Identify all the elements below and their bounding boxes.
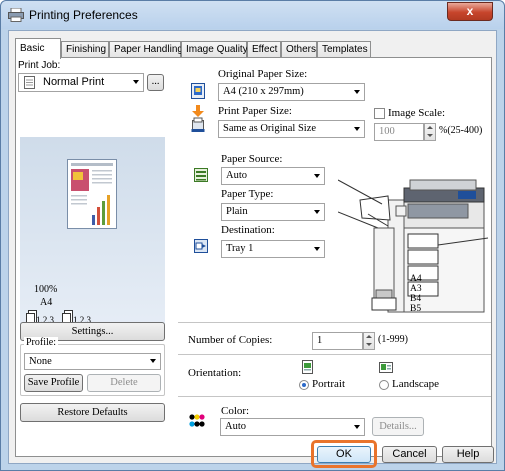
tab-effect[interactable]: Effect [247,41,281,58]
tray-b5-label: B5 [410,304,422,314]
profile-select[interactable]: None [24,353,161,370]
tab-basic[interactable]: Basic [15,38,61,59]
image-scale-range: %(25-400) [439,125,483,136]
destination-value: Tray 1 [226,243,254,254]
chevron-down-icon [354,127,360,131]
orientation-label: Orientation: [188,367,242,379]
portrait-label: Portrait [312,378,345,390]
tab-finishing[interactable]: Finishing [61,41,109,58]
print-paper-size-select[interactable]: Same as Original Size [218,120,365,138]
divider [178,322,491,323]
landscape-radio[interactable] [379,380,389,390]
copies-range: (1-999) [378,334,408,345]
help-button[interactable]: Help [442,446,494,463]
paper-type-label: Paper Type: [221,188,274,200]
divider [178,396,491,397]
original-paper-size-label: Original Paper Size: [218,68,308,80]
chevron-down-icon [314,174,320,178]
preview-paper-size: A4 [40,297,53,308]
copies-input[interactable]: 1 [312,332,363,350]
original-paper-size-select[interactable]: A4 (210 x 297mm) [218,83,365,101]
color-value: Auto [225,421,246,432]
chevron-down-icon [150,359,156,363]
paper-source-label: Paper Source: [221,153,283,165]
paper-source-icon [194,168,208,182]
output-tray-icon [194,239,208,253]
tray-a4-label: A4 [410,274,422,284]
color-select[interactable]: Auto [220,418,365,436]
ok-button[interactable]: OK [317,446,371,463]
printer-icon [8,8,24,22]
image-scale-spinner[interactable] [424,123,436,141]
original-document-icon [191,83,205,99]
tab-image-quality[interactable]: Image Quality [181,41,248,58]
paper-source-value: Auto [226,170,247,181]
window-title: Printing Preferences [29,8,138,22]
color-label: Color: [221,405,250,417]
document-icon [24,76,35,89]
tab-templates[interactable]: Templates [317,41,371,58]
title-bar: Printing Preferences x [1,1,504,29]
restore-defaults-button[interactable]: Restore Defaults [20,403,165,422]
tray-b4-label: B4 [410,294,422,304]
profile-value: None [29,356,52,367]
tab-others[interactable]: Others [281,41,317,58]
printing-preferences-window: Printing Preferences x Basic Finishing P… [0,0,505,471]
copies-value: 1 [317,335,323,346]
chevron-down-icon [133,80,139,84]
image-scale-value: 100 [379,126,395,137]
landscape-page-icon [379,362,393,373]
chevron-down-icon [354,90,360,94]
image-scale-input[interactable]: 100 [374,123,424,141]
paper-type-select[interactable]: Plain [221,203,325,221]
print-paper-size-icon [191,105,205,132]
chevron-down-icon [314,247,320,251]
save-profile-button[interactable]: Save Profile [24,374,83,392]
chevron-down-icon [354,425,360,429]
print-job-select[interactable]: Normal Print [18,73,144,92]
original-paper-size-value: A4 (210 x 297mm) [223,86,304,97]
profile-label: Profile: [24,337,58,348]
print-paper-size-label: Print Paper Size: [218,105,292,117]
close-icon: x [466,4,474,18]
destination-select[interactable]: Tray 1 [221,240,325,258]
zoom-level: 100% [34,284,58,295]
paper-source-select[interactable]: Auto [221,167,325,185]
print-job-label: Print Job: [18,60,61,71]
paper-type-value: Plain [226,206,248,217]
basic-tab-panel: Print Job: Normal Print ... 100% A4 1.2.… [15,57,492,457]
page-preview-image [67,159,117,229]
tab-paper-handling[interactable]: Paper Handling [109,41,183,58]
tray-a3-label: A3 [410,284,422,294]
destination-label: Destination: [221,224,275,236]
close-button[interactable]: x [447,2,493,21]
delete-profile-button[interactable]: Delete [87,374,161,392]
print-job-value: Normal Print [43,76,105,88]
copies-label: Number of Copies: [188,334,273,346]
print-preview: 100% A4 1.2.3 1.2.3 [20,137,165,331]
portrait-radio[interactable] [299,380,309,390]
print-paper-size-value: Same as Original Size [223,123,317,134]
cancel-button[interactable]: Cancel [382,446,437,463]
image-scale-checkbox[interactable] [374,108,385,119]
print-job-options-button[interactable]: ... [147,74,164,91]
chevron-down-icon [314,210,320,214]
divider [178,354,491,355]
landscape-label: Landscape [392,378,440,390]
image-scale-label: Image Scale: [388,107,446,119]
portrait-page-icon [302,360,313,374]
dialog-client-area: Basic Finishing Paper Handling Image Qua… [8,30,497,464]
copies-spinner[interactable] [363,332,375,350]
color-details-button[interactable]: Details... [372,417,424,436]
color-mode-icon [189,414,205,427]
